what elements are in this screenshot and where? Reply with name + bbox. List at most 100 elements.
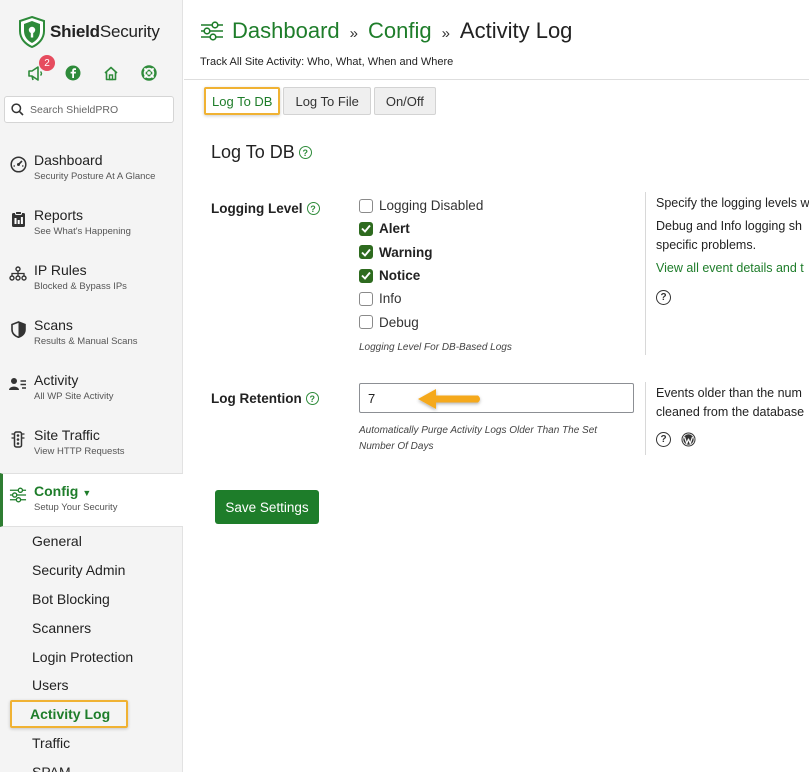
help-icon[interactable]: ? bbox=[306, 202, 320, 215]
sidebar-item-scans[interactable]: Scans Results & Manual Scans bbox=[0, 308, 183, 363]
checkbox-warning[interactable]: Warning bbox=[359, 241, 512, 264]
tab-log-to-db[interactable]: Log To DB bbox=[204, 87, 281, 115]
config-icon bbox=[9, 486, 27, 504]
sidebar-item-reports[interactable]: Reports See What's Happening bbox=[0, 198, 183, 253]
checkbox-notice[interactable]: Notice bbox=[359, 264, 512, 287]
logging-level-hint: Logging Level For DB-Based Logs bbox=[359, 341, 512, 353]
sidebar-item-title: Reports bbox=[34, 207, 84, 223]
checkbox-debug[interactable]: Debug bbox=[359, 310, 512, 333]
sidebar: ShieldSecurity 2 Dashboard Security Post… bbox=[0, 0, 183, 772]
hint-line: Automatically Purge Activity Logs Older … bbox=[359, 425, 598, 436]
config-icon bbox=[201, 21, 223, 41]
reports-icon bbox=[9, 210, 27, 228]
subnav-item-users[interactable]: Users bbox=[0, 671, 183, 700]
sidebar-item-subtitle: Security Posture At A Glance bbox=[34, 171, 156, 182]
subnav-item-spam[interactable]: SPAM bbox=[0, 757, 183, 772]
sidebar-item-activity[interactable]: Activity All WP Site Activity bbox=[0, 363, 183, 418]
save-settings-button[interactable]: Save Settings bbox=[215, 490, 319, 524]
column-divider bbox=[645, 192, 646, 355]
brand-logo[interactable]: ShieldSecurity bbox=[19, 16, 160, 48]
sidebar-item-title: IP Rules bbox=[34, 262, 87, 278]
checkbox-logging-disabled[interactable]: Logging Disabled bbox=[359, 194, 512, 217]
help-icon[interactable]: ? bbox=[656, 290, 671, 305]
hint-line: Number Of Days bbox=[359, 440, 434, 452]
sidebar-item-title: Dashboard bbox=[34, 152, 103, 168]
brand-name: ShieldSecurity bbox=[50, 22, 160, 41]
tab-on-off[interactable]: On/Off bbox=[373, 87, 436, 115]
arrow-left-icon bbox=[418, 389, 480, 409]
megaphone-icon[interactable]: 2 bbox=[26, 55, 55, 82]
checkmark-icon bbox=[361, 225, 371, 234]
lifebuoy-icon[interactable] bbox=[140, 64, 158, 82]
traffic-icon bbox=[9, 430, 27, 448]
checkbox-box[interactable] bbox=[359, 221, 373, 236]
sidebar-item-subtitle: All WP Site Activity bbox=[34, 391, 114, 402]
sidebar-item-subtitle: View HTTP Requests bbox=[34, 446, 125, 457]
checkbox-label: Info bbox=[379, 291, 402, 307]
description-line: Debug and Info logging sh bbox=[656, 219, 802, 233]
checkbox-alert[interactable]: Alert bbox=[359, 217, 512, 240]
subnav-item-scanners[interactable]: Scanners bbox=[0, 613, 183, 642]
sidebar-item-title: Scans bbox=[34, 317, 73, 333]
config-subnav: General Security Admin Bot Blocking Scan… bbox=[0, 527, 183, 772]
search-input[interactable] bbox=[30, 103, 170, 116]
sidebar-item-subtitle: See What's Happening bbox=[34, 226, 131, 237]
sidebar-nav: Dashboard Security Posture At A Glance R… bbox=[0, 143, 183, 527]
log-retention-input[interactable] bbox=[359, 383, 634, 413]
subnav-item-login-protection[interactable]: Login Protection bbox=[0, 642, 183, 671]
log-retention-label-text: Log Retention bbox=[211, 391, 302, 406]
checkbox-label: Notice bbox=[379, 268, 421, 284]
checkbox-box[interactable] bbox=[359, 245, 373, 260]
ip-rules-icon bbox=[9, 265, 27, 283]
divider bbox=[184, 79, 809, 80]
wordpress-icon[interactable] bbox=[681, 432, 696, 447]
breadcrumb-dashboard[interactable]: Dashboard bbox=[232, 18, 340, 44]
sidebar-item-site-traffic[interactable]: Site Traffic View HTTP Requests bbox=[0, 418, 183, 473]
checkbox-info[interactable]: Info bbox=[359, 287, 512, 310]
shield-icon bbox=[9, 320, 27, 338]
checkbox-label: Debug bbox=[379, 314, 419, 330]
shield-logo-icon bbox=[19, 16, 45, 48]
sidebar-item-title: Config ▼ bbox=[34, 483, 92, 499]
breadcrumb: Dashboard » Config » Activity Log bbox=[200, 18, 572, 44]
help-icon[interactable]: ? bbox=[656, 432, 671, 447]
sidebar-search[interactable] bbox=[4, 96, 174, 123]
sidebar-item-subtitle: Setup Your Security bbox=[34, 502, 118, 513]
checkbox-box[interactable] bbox=[359, 198, 373, 213]
help-icon[interactable]: ? bbox=[305, 392, 319, 405]
help-icon[interactable]: ? bbox=[298, 146, 312, 159]
facebook-icon[interactable] bbox=[64, 64, 82, 82]
tab-log-to-file[interactable]: Log To File bbox=[283, 87, 371, 115]
activity-icon bbox=[9, 375, 27, 393]
caret-down-icon: ▼ bbox=[82, 488, 92, 498]
page-subtitle: Track All Site Activity: Who, What, When… bbox=[200, 56, 454, 68]
subnav-item-activity-log[interactable]: Activity Log bbox=[0, 700, 183, 729]
logging-level-label-text: Logging Level bbox=[211, 201, 303, 216]
checkmark-icon bbox=[361, 248, 371, 257]
logging-level-options: Logging Disabled Alert Warning Notice In… bbox=[359, 194, 512, 355]
breadcrumb-config[interactable]: Config bbox=[368, 18, 432, 44]
checkbox-box[interactable] bbox=[359, 291, 373, 306]
event-details-link[interactable]: View all event details and t bbox=[656, 261, 804, 275]
logging-level-description: Specify the logging levels w Debug and I… bbox=[656, 194, 809, 306]
checkbox-label: Warning bbox=[379, 244, 433, 260]
sidebar-item-dashboard[interactable]: Dashboard Security Posture At A Glance bbox=[0, 143, 183, 198]
subnav-item-bot-blocking[interactable]: Bot Blocking bbox=[0, 585, 183, 614]
subnav-item-general[interactable]: General bbox=[0, 527, 183, 556]
checkbox-label: Alert bbox=[379, 221, 410, 237]
section-title: Log To DB ? bbox=[211, 142, 312, 163]
sidebar-item-config[interactable]: Config ▼ Setup Your Security bbox=[0, 473, 183, 527]
subnav-item-traffic[interactable]: Traffic bbox=[0, 729, 183, 758]
sidebar-item-ip-rules[interactable]: IP Rules Blocked & Bypass IPs bbox=[0, 253, 183, 308]
home-icon[interactable] bbox=[102, 64, 120, 82]
sidebar-item-subtitle: Results & Manual Scans bbox=[34, 336, 138, 347]
sidebar-item-title: Site Traffic bbox=[34, 427, 100, 443]
top-icon-bar: 2 bbox=[26, 55, 158, 82]
checkbox-box[interactable] bbox=[359, 315, 373, 330]
subnav-item-label: Activity Log bbox=[10, 700, 129, 729]
subnav-item-security-admin[interactable]: Security Admin bbox=[0, 556, 183, 585]
main-content: Dashboard » Config » Activity Log Track … bbox=[184, 0, 809, 772]
sidebar-item-title: Activity bbox=[34, 372, 79, 388]
log-retention-label: Log Retention ? bbox=[211, 391, 319, 406]
checkbox-box[interactable] bbox=[359, 268, 373, 283]
